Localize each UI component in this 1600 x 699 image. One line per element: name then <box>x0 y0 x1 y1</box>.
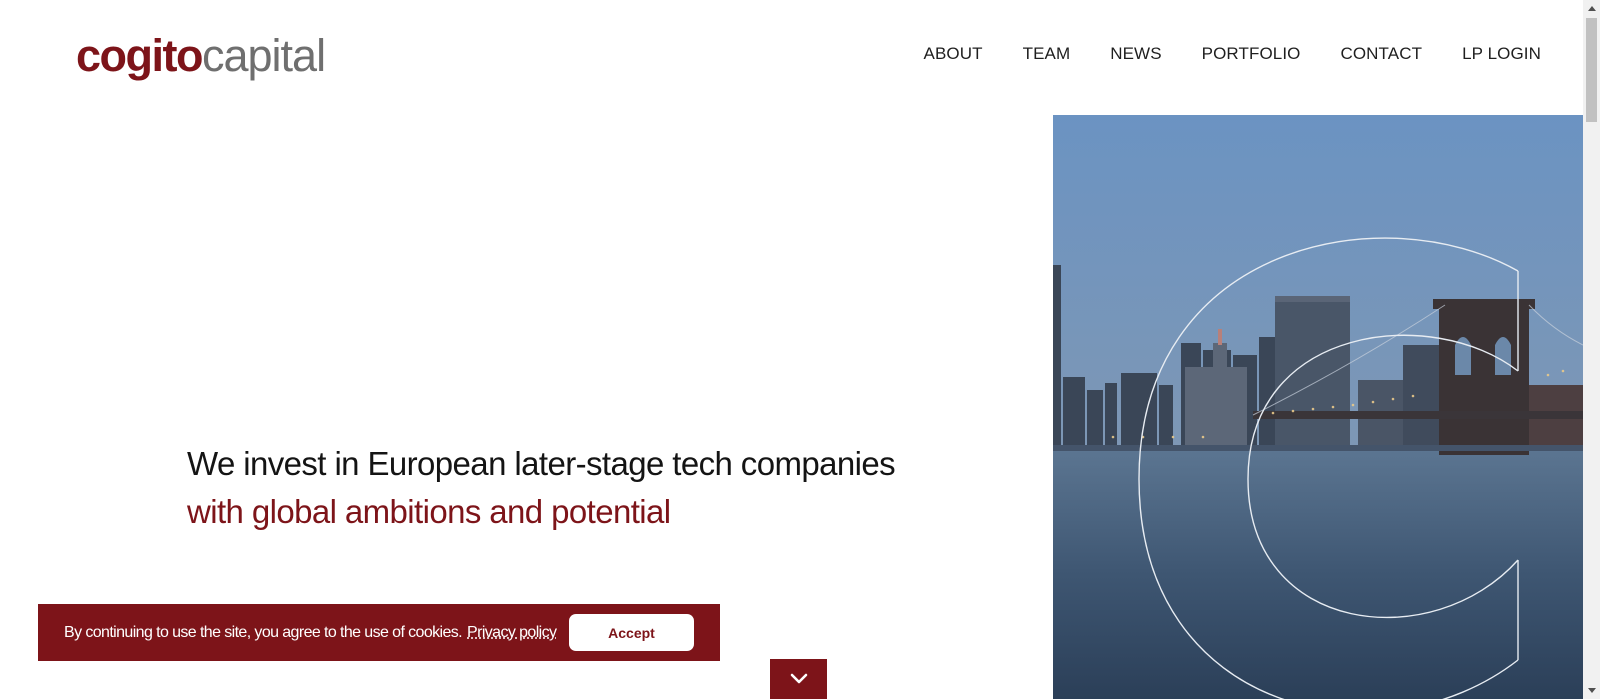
logo-text-cogito: cogito <box>76 30 203 81</box>
nav-item-team[interactable]: TEAM <box>1023 44 1071 64</box>
hero-image <box>1053 115 1583 699</box>
cookie-banner: By continuing to use the site, you agree… <box>38 604 720 661</box>
scroll-down-button[interactable] <box>770 659 827 699</box>
main-nav: ABOUT TEAM NEWS PORTFOLIO CONTACT LP LOG… <box>924 44 1541 64</box>
page: cogito capital ABOUT TEAM NEWS PORTFOLIO… <box>0 0 1583 699</box>
triangle-down-icon <box>1587 688 1596 693</box>
hero-tagline-line1: We invest in European later-stage tech c… <box>187 445 896 482</box>
scrollbar-thumb[interactable] <box>1586 18 1597 122</box>
accept-cookies-button[interactable]: Accept <box>569 614 694 651</box>
nav-item-portfolio[interactable]: PORTFOLIO <box>1202 44 1301 64</box>
nav-item-news[interactable]: NEWS <box>1110 44 1161 64</box>
nav-item-lp-login[interactable]: LP LOGIN <box>1462 44 1541 64</box>
logo-text-capital: capital <box>201 30 326 81</box>
triangle-up-icon <box>1587 6 1596 11</box>
vertical-scrollbar[interactable] <box>1583 0 1600 699</box>
privacy-policy-link[interactable]: Privacy policy <box>467 624 557 642</box>
nav-item-about[interactable]: ABOUT <box>924 44 983 64</box>
chevron-down-icon <box>790 673 807 684</box>
hero-tagline: We invest in European later-stage tech c… <box>187 440 947 536</box>
hero-tagline-line2: with global ambitions and potential <box>187 493 671 530</box>
nav-item-contact[interactable]: CONTACT <box>1340 44 1422 64</box>
logo[interactable]: cogito capital <box>76 30 326 82</box>
cookie-banner-text: By continuing to use the site, you agree… <box>64 623 463 641</box>
city-bridge-photo-icon <box>1053 115 1583 699</box>
scroll-up-arrow[interactable] <box>1583 0 1600 17</box>
scroll-down-arrow[interactable] <box>1583 682 1600 699</box>
